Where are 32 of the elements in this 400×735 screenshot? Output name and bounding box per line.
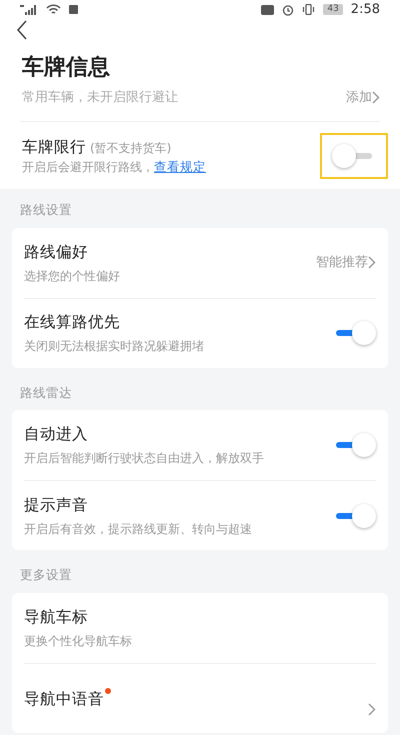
setting-description: 关闭则无法根据实时路况躲避拥堵	[24, 338, 204, 355]
setting-description: 开启后智能判断行驶状态自由进入，解放双手	[24, 450, 264, 468]
status-time: 2:58	[350, 1, 380, 19]
battery-level: 43	[323, 4, 343, 16]
setting-note: (暂不支持货车)	[90, 140, 172, 157]
setting-title: 路线偏好	[24, 242, 89, 262]
setting-description: 开启后会避开限行路线，	[22, 159, 154, 176]
setting-description: 更换个性化导航车标	[24, 633, 132, 650]
setting-title: 自动进入	[24, 424, 89, 446]
setting-title: 在线算路优先	[24, 312, 121, 333]
setting-title: 车牌限行	[22, 137, 86, 158]
vibrate-icon	[302, 4, 316, 16]
section-label: 更多设置	[19, 566, 73, 584]
wifi-icon	[46, 4, 61, 16]
chevron-icon	[368, 703, 376, 716]
back-icon[interactable]	[16, 20, 28, 40]
signal-icon	[20, 4, 38, 15]
page-title: 车牌信息	[22, 54, 111, 82]
chevron-icon	[372, 90, 380, 104]
chevron-icon	[368, 256, 376, 269]
add-button[interactable]: 添加	[346, 88, 380, 107]
setting-description: 选择您的个性偏好	[24, 268, 120, 284]
value-selector[interactable]: 智能推荐	[316, 252, 376, 272]
alarm-icon	[282, 4, 294, 16]
section-label: 路线设置	[19, 200, 73, 219]
setting-description: 开启后有音效，提示路线更新、转向与超速	[24, 520, 252, 538]
rules-link[interactable]: 查看规定	[154, 158, 206, 177]
setting-title: 导航车标	[24, 607, 89, 628]
section-label: 路线雷达	[19, 384, 73, 402]
subtitle: 常用车辆，未开启限行避让	[22, 88, 178, 106]
setting-title: 导航中语音	[24, 688, 111, 710]
setting-title: 提示声音	[24, 494, 89, 516]
